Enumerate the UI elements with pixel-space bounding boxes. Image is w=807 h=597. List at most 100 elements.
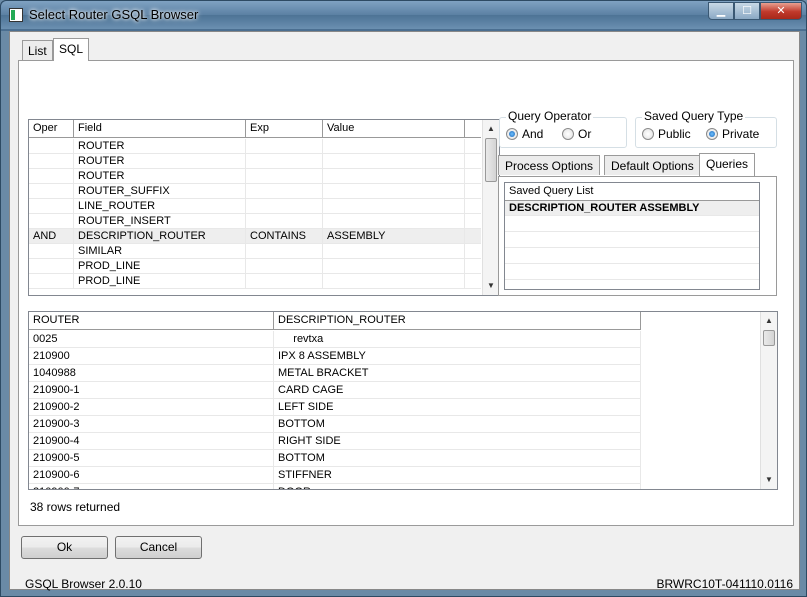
table-row[interactable]: 210900-5 BOTTOM bbox=[29, 450, 641, 467]
cell-exp[interactable] bbox=[246, 154, 323, 169]
table-row[interactable]: 210900-7DOOR bbox=[29, 484, 641, 489]
results-grid[interactable]: ROUTER DESCRIPTION_ROUTER 0025 revtxa 210… bbox=[28, 311, 778, 490]
cell-field[interactable]: PROD_LINE bbox=[74, 274, 246, 289]
table-row[interactable]: 210900-6 STIFFNER bbox=[29, 467, 641, 484]
cell-value[interactable] bbox=[323, 214, 465, 229]
cell-oper[interactable] bbox=[29, 259, 74, 274]
cell-exp[interactable] bbox=[246, 169, 323, 184]
radio-or[interactable]: Or bbox=[562, 127, 591, 141]
ok-button[interactable]: Ok bbox=[21, 536, 108, 559]
column-header-saved-query-list[interactable]: Saved Query List bbox=[505, 183, 759, 201]
cell-oper[interactable] bbox=[29, 154, 74, 169]
column-header-value[interactable]: Value bbox=[323, 120, 465, 138]
tab-sql[interactable]: SQL bbox=[53, 38, 90, 61]
radio-private[interactable]: Private bbox=[706, 127, 759, 141]
radio-public[interactable]: Public bbox=[642, 127, 691, 141]
table-row[interactable]: 0025 revtxa bbox=[29, 331, 641, 348]
scroll-down-arrow-icon[interactable]: ▼ bbox=[483, 279, 499, 293]
cell-oper[interactable] bbox=[29, 184, 74, 199]
cell-exp[interactable] bbox=[246, 274, 323, 289]
cell-field[interactable]: ROUTER bbox=[74, 139, 246, 154]
cell-oper[interactable] bbox=[29, 244, 74, 259]
table-row[interactable]: ROUTER_SUFFIX bbox=[29, 184, 481, 199]
cell-value[interactable]: ASSEMBLY bbox=[323, 229, 465, 244]
column-header-description-router[interactable]: DESCRIPTION_ROUTER bbox=[274, 312, 641, 330]
saved-query-list[interactable]: Saved Query List DESCRIPTION_ROUTER ASSE… bbox=[504, 182, 760, 290]
table-row[interactable]: SIMILAR bbox=[29, 244, 481, 259]
column-header-router[interactable]: ROUTER bbox=[29, 312, 274, 330]
cell-oper[interactable] bbox=[29, 274, 74, 289]
list-item[interactable]: DESCRIPTION_ROUTER ASSEMBLY bbox=[505, 201, 759, 216]
title-bar[interactable]: Select Router GSQL Browser ▁ ☐ ✕ bbox=[1, 1, 806, 29]
criteria-grid[interactable]: Oper Field Exp Value ROUTER ROUTER ROUTER R… bbox=[28, 119, 500, 296]
cell-field[interactable]: LINE_ROUTER bbox=[74, 199, 246, 214]
results-scrollbar[interactable]: ▲ ▼ bbox=[760, 312, 777, 489]
cell-router: 210900-3 bbox=[29, 416, 274, 433]
scroll-down-arrow-icon[interactable]: ▼ bbox=[761, 473, 777, 487]
cell-exp[interactable] bbox=[246, 244, 323, 259]
table-row[interactable]: 210900 IPX 8 ASSEMBLY bbox=[29, 348, 641, 365]
radio-or-label: Or bbox=[578, 127, 592, 141]
column-header-exp[interactable]: Exp bbox=[246, 120, 323, 138]
table-row[interactable]: 210900-2 LEFT SIDE bbox=[29, 399, 641, 416]
cell-field[interactable]: PROD_LINE bbox=[74, 259, 246, 274]
tab-default-options[interactable]: Default Options bbox=[604, 155, 701, 175]
table-row[interactable]: 210900-1 CARD CAGE bbox=[29, 382, 641, 399]
scroll-up-arrow-icon[interactable]: ▲ bbox=[761, 314, 777, 328]
cell-exp[interactable]: CONTAINS bbox=[246, 229, 323, 244]
table-row[interactable]: ROUTER bbox=[29, 139, 481, 154]
table-row[interactable]: LINE_ROUTER bbox=[29, 199, 481, 214]
tab-process-options[interactable]: Process Options bbox=[498, 155, 601, 175]
table-row[interactable]: 210900-3 BOTTOM bbox=[29, 416, 641, 433]
list-item-empty[interactable] bbox=[505, 233, 759, 248]
cell-oper[interactable] bbox=[29, 214, 74, 229]
cell-field[interactable]: SIMILAR bbox=[74, 244, 246, 259]
table-row[interactable]: ROUTER bbox=[29, 169, 481, 184]
cell-value[interactable] bbox=[323, 169, 465, 184]
scroll-up-arrow-icon[interactable]: ▲ bbox=[483, 122, 499, 136]
cell-exp[interactable] bbox=[246, 214, 323, 229]
cell-oper[interactable] bbox=[29, 139, 74, 154]
cell-oper[interactable]: AND bbox=[29, 229, 74, 244]
close-button[interactable]: ✕ bbox=[760, 2, 802, 20]
cell-value[interactable] bbox=[323, 199, 465, 214]
table-row[interactable]: ROUTER bbox=[29, 154, 481, 169]
tab-list[interactable]: List bbox=[22, 40, 53, 60]
cell-value[interactable] bbox=[323, 184, 465, 199]
column-header-oper[interactable]: Oper bbox=[29, 120, 74, 138]
table-row[interactable]: ROUTER_INSERT bbox=[29, 214, 481, 229]
scroll-thumb[interactable] bbox=[763, 330, 775, 346]
table-row[interactable]: PROD_LINE bbox=[29, 259, 481, 274]
cell-field[interactable]: DESCRIPTION_ROUTER bbox=[74, 229, 246, 244]
cell-exp[interactable] bbox=[246, 259, 323, 274]
minimize-button[interactable]: ▁ bbox=[708, 2, 734, 20]
cell-oper[interactable] bbox=[29, 169, 74, 184]
cell-field[interactable]: ROUTER bbox=[74, 169, 246, 184]
list-item-empty[interactable] bbox=[505, 265, 759, 280]
cell-exp[interactable] bbox=[246, 184, 323, 199]
table-row[interactable]: PROD_LINE bbox=[29, 274, 481, 289]
cell-oper[interactable] bbox=[29, 199, 74, 214]
column-header-field[interactable]: Field bbox=[74, 120, 246, 138]
cell-value[interactable] bbox=[323, 259, 465, 274]
cell-exp[interactable] bbox=[246, 139, 323, 154]
table-row[interactable]: AND DESCRIPTION_ROUTER CONTAINS ASSEMBLY bbox=[29, 229, 481, 244]
radio-and[interactable]: And bbox=[506, 127, 543, 141]
cell-exp[interactable] bbox=[246, 199, 323, 214]
table-row[interactable]: 1040988 METAL BRACKET bbox=[29, 365, 641, 382]
table-row[interactable]: 210900-4 RIGHT SIDE bbox=[29, 433, 641, 450]
cell-field[interactable]: ROUTER bbox=[74, 154, 246, 169]
cell-value[interactable] bbox=[323, 154, 465, 169]
cell-value[interactable] bbox=[323, 244, 465, 259]
maximize-button[interactable]: ☐ bbox=[734, 2, 760, 20]
cell-field[interactable]: ROUTER_INSERT bbox=[74, 214, 246, 229]
cancel-button[interactable]: Cancel bbox=[115, 536, 202, 559]
cell-field[interactable]: ROUTER_SUFFIX bbox=[74, 184, 246, 199]
cell-value[interactable] bbox=[323, 274, 465, 289]
criteria-scrollbar[interactable]: ▲ ▼ bbox=[482, 120, 499, 295]
list-item-empty[interactable] bbox=[505, 217, 759, 232]
scroll-thumb[interactable] bbox=[485, 138, 497, 182]
list-item-empty[interactable] bbox=[505, 249, 759, 264]
tab-queries[interactable]: Queries bbox=[699, 153, 756, 176]
cell-value[interactable] bbox=[323, 139, 465, 154]
